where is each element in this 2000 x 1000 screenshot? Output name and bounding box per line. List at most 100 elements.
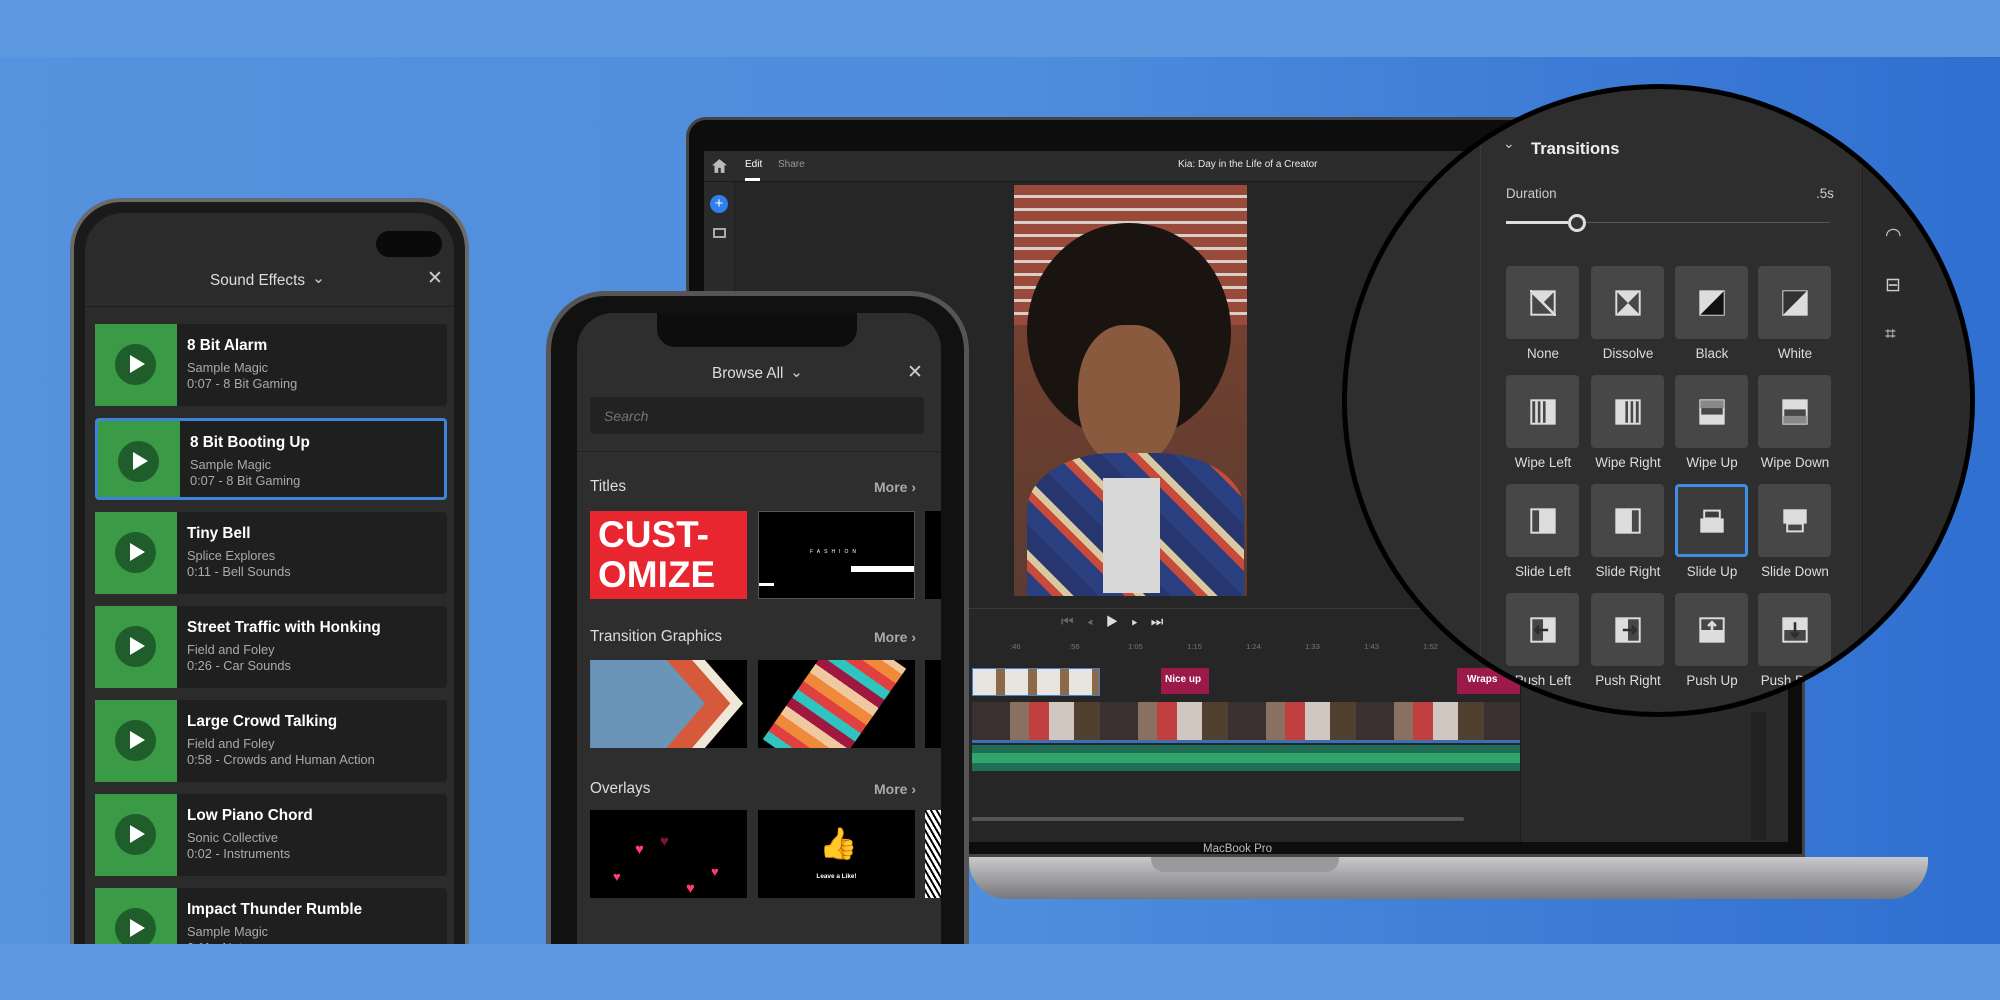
close-icon[interactable]: ✕ (907, 361, 923, 384)
title-thumb-fashion[interactable]: FASHION (758, 511, 915, 599)
video-clip[interactable] (972, 668, 1100, 696)
sound-title: Low Piano Chord (187, 807, 313, 824)
transition-thumb-chevron[interactable] (590, 660, 747, 748)
play-icon[interactable] (115, 626, 156, 667)
transition-wipe-right[interactable] (1591, 375, 1664, 448)
close-icon[interactable]: ✕ (427, 267, 443, 290)
play-icon[interactable] (115, 814, 156, 855)
play-icon[interactable] (115, 720, 156, 761)
transition-thumb[interactable] (925, 660, 941, 748)
sound-author: Field and Foley (187, 642, 275, 657)
crop-icon[interactable]: ⌗ (1885, 324, 1896, 346)
tab-share[interactable]: Share (778, 159, 805, 170)
transition-push-left[interactable] (1506, 593, 1579, 666)
title-thumb-customize[interactable]: CUST- OMIZE (590, 511, 747, 599)
audio-track[interactable] (972, 745, 1520, 771)
chevron-down-icon[interactable]: ⌄ (312, 269, 325, 288)
sound-meta: 0:26 - Car Sounds (187, 658, 291, 673)
sound-title: 8 Bit Alarm (187, 337, 268, 354)
timeline-tick: 1:52 (1423, 642, 1438, 651)
transition-slide-up[interactable] (1675, 484, 1748, 557)
transition-slide-right[interactable] (1591, 484, 1664, 557)
more-link[interactable]: More › (874, 479, 916, 495)
notch (657, 313, 857, 347)
skip-start-icon[interactable]: ⏮ (1061, 613, 1087, 629)
play-icon[interactable]: ▶ (1106, 613, 1132, 629)
sound-effect-item[interactable]: Large Crowd Talking Field and Foley 0:58… (95, 700, 447, 782)
laptop-base (969, 857, 1928, 899)
sound-thumb[interactable] (95, 794, 177, 876)
transition-wipe-up[interactable] (1675, 375, 1748, 448)
overlay-thumb[interactable] (925, 810, 941, 898)
video-track[interactable] (972, 702, 1520, 743)
sound-effect-item[interactable]: 8 Bit Alarm Sample Magic 0:07 - 8 Bit Ga… (95, 324, 447, 406)
add-media-icon[interactable]: + (710, 195, 728, 213)
sound-title: Tiny Bell (187, 525, 251, 542)
play-icon[interactable] (115, 908, 156, 949)
sound-effect-item[interactable]: 8 Bit Booting Up Sample Magic 0:07 - 8 B… (95, 418, 447, 500)
step-back-icon[interactable]: ◂ (1087, 613, 1106, 629)
more-link[interactable]: More › (874, 629, 916, 645)
timeline-scrollbar[interactable] (972, 817, 1464, 821)
transition-label: Slide Down (1761, 564, 1829, 579)
play-icon[interactable] (115, 344, 156, 385)
transition-slide-down[interactable] (1758, 484, 1831, 557)
sound-title: Large Crowd Talking (187, 713, 338, 730)
timeline-tick: 1:33 (1305, 642, 1320, 651)
slide-left-icon (1529, 507, 1556, 534)
push-right-icon (1614, 616, 1641, 643)
home-icon[interactable] (712, 159, 727, 173)
sound-thumb[interactable] (95, 324, 177, 406)
duration-slider[interactable] (1506, 214, 1830, 232)
timeline-ruler: :46:56 1:05 1:15 1:24 1:33 1:43 1:52 (1010, 642, 1495, 657)
tool-rail (1864, 166, 1970, 712)
play-icon[interactable] (115, 532, 156, 573)
step-forward-icon[interactable]: ▸ (1131, 613, 1150, 629)
none-icon (1529, 289, 1556, 316)
chevron-down-icon[interactable]: ⌄ (790, 363, 803, 382)
transition-black[interactable] (1675, 266, 1748, 339)
transition-wipe-down[interactable] (1758, 375, 1831, 448)
sound-thumb[interactable] (95, 606, 177, 688)
title-thumb[interactable] (925, 511, 941, 599)
title-clip[interactable]: Nice up (1161, 668, 1209, 694)
play-icon[interactable] (118, 441, 159, 482)
sound-thumb[interactable] (95, 512, 177, 594)
transition-none[interactable] (1506, 266, 1579, 339)
video-preview[interactable] (1014, 185, 1247, 596)
section-title-transition-graphics: Transition Graphics (590, 628, 723, 645)
transition-wipe-left[interactable] (1506, 375, 1579, 448)
overlay-thumb-like[interactable]: 👍 Leave a Like! (758, 810, 915, 898)
tab-edit[interactable]: Edit (745, 159, 762, 170)
transition-push-right[interactable] (1591, 593, 1664, 666)
speed-gauge-icon[interactable]: ◠ (1885, 224, 1902, 247)
transition-push-up[interactable] (1675, 593, 1748, 666)
section-title-titles: Titles (590, 478, 626, 495)
skip-end-icon[interactable]: ⏭ (1151, 613, 1177, 629)
sound-effect-item[interactable]: Tiny Bell Splice Explores 0:11 - Bell So… (95, 512, 447, 594)
wipe-up-icon (1698, 398, 1725, 425)
more-link[interactable]: More › (874, 781, 916, 797)
transition-push-down[interactable] (1758, 593, 1831, 666)
overlay-thumb-hearts[interactable]: ♥ ♥ ♥ ♥ ♥ (590, 810, 747, 898)
timeline-tick: 1:15 (1187, 642, 1202, 651)
panel-title: Transitions (1531, 139, 1620, 158)
sound-effect-item[interactable]: Low Piano Chord Sonic Collective 0:02 - … (95, 794, 447, 876)
sound-effects-screen: Sound Effects ⌄ ✕ 8 Bit Alarm Sample Mag… (85, 213, 454, 1000)
split-icon[interactable]: ⊟ (1885, 274, 1901, 297)
iphone: Browse All ⌄ ✕ Titles More › CUST- OMIZE… (546, 291, 969, 1000)
android-phone: Sound Effects ⌄ ✕ 8 Bit Alarm Sample Mag… (70, 198, 469, 1000)
chevron-down-icon[interactable]: ⌄ (1503, 135, 1515, 152)
transition-slide-left[interactable] (1506, 484, 1579, 557)
sound-effect-item[interactable]: Street Traffic with Honking Field and Fo… (95, 606, 447, 688)
sound-author: Field and Foley (187, 736, 275, 751)
sound-thumb[interactable] (98, 421, 180, 497)
transition-thumb-stripes[interactable] (758, 660, 915, 748)
archive-icon[interactable] (713, 228, 726, 238)
search-input[interactable] (590, 397, 924, 434)
slider-knob[interactable] (1568, 214, 1587, 232)
transition-dissolve[interactable] (1591, 266, 1664, 339)
sound-thumb[interactable] (95, 700, 177, 782)
heart-icon: ♥ (686, 880, 695, 897)
transition-white[interactable] (1758, 266, 1831, 339)
